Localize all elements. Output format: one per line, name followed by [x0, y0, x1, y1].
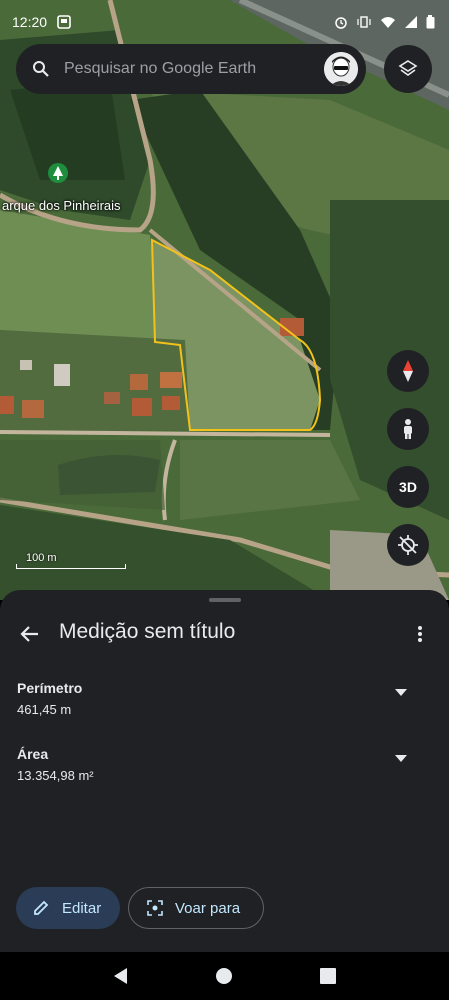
satellite-map[interactable]: 12:20 Pesquisar no Google Earth arque do…	[0, 0, 449, 600]
vibrate-icon	[356, 15, 372, 29]
area-units-dropdown[interactable]	[391, 750, 411, 766]
system-nav-bar	[0, 952, 449, 1000]
layers-icon	[398, 59, 418, 79]
status-time: 12:20	[12, 14, 48, 30]
area-metric: Área 13.354,98 m²	[17, 746, 417, 790]
alarm-icon	[334, 15, 348, 29]
perimeter-label: Perímetro	[17, 680, 83, 696]
dropdown-arrow-icon	[395, 688, 407, 696]
more-options-button[interactable]	[408, 620, 432, 648]
sheet-title: Medição sem título	[59, 620, 236, 643]
perimeter-value: 461,45 m	[17, 702, 72, 717]
back-button[interactable]	[16, 620, 44, 648]
scale-label: 100 m	[26, 552, 57, 564]
search-input[interactable]: Pesquisar no Google Earth	[64, 60, 324, 78]
more-vert-icon	[417, 625, 423, 643]
compass-icon	[400, 359, 416, 383]
fly-to-button-label: Voar para	[175, 899, 241, 917]
scale-bar	[16, 564, 126, 569]
battery-icon	[426, 15, 435, 29]
perimeter-metric: Perímetro 461,45 m	[17, 680, 417, 724]
compass-button[interactable]	[387, 350, 429, 392]
fly-to-button[interactable]: Voar para	[128, 887, 264, 929]
view-3d-label: 3D	[399, 479, 417, 495]
perimeter-units-dropdown[interactable]	[391, 684, 411, 700]
pencil-icon	[32, 899, 50, 917]
area-label: Área	[17, 746, 49, 762]
avatar[interactable]	[324, 52, 358, 86]
location-off-icon	[397, 534, 419, 556]
search-bar[interactable]: Pesquisar no Google Earth	[16, 44, 366, 94]
park-pin-icon[interactable]	[47, 162, 69, 191]
view-3d-button[interactable]: 3D	[387, 466, 429, 508]
status-bar: 12:20	[0, 0, 449, 44]
dropdown-arrow-icon	[395, 754, 407, 762]
arrow-back-icon	[20, 624, 40, 644]
layers-button[interactable]	[384, 45, 432, 93]
measurement-sheet: Medição sem título Perímetro 461,45 m Ár…	[0, 590, 449, 952]
map-scale: 100 m	[16, 552, 126, 569]
back-nav-icon[interactable]	[113, 967, 129, 985]
wifi-icon	[380, 15, 396, 29]
sheet-header: Medição sem título	[0, 618, 449, 652]
edit-button[interactable]: Editar	[16, 887, 120, 929]
search-icon	[32, 60, 50, 78]
notification-icon	[57, 15, 71, 29]
recents-nav-icon[interactable]	[319, 968, 336, 984]
recenter-button[interactable]	[387, 524, 429, 566]
home-nav-icon[interactable]	[215, 967, 233, 985]
signal-icon	[404, 15, 418, 29]
place-label[interactable]: arque dos Pinheirais	[2, 198, 121, 213]
area-value: 13.354,98 m²	[17, 768, 94, 783]
edit-button-label: Editar	[62, 899, 102, 917]
drag-handle[interactable]	[209, 598, 241, 602]
street-view-button[interactable]	[387, 408, 429, 450]
focus-target-icon	[147, 900, 163, 916]
pegman-icon	[401, 418, 415, 440]
